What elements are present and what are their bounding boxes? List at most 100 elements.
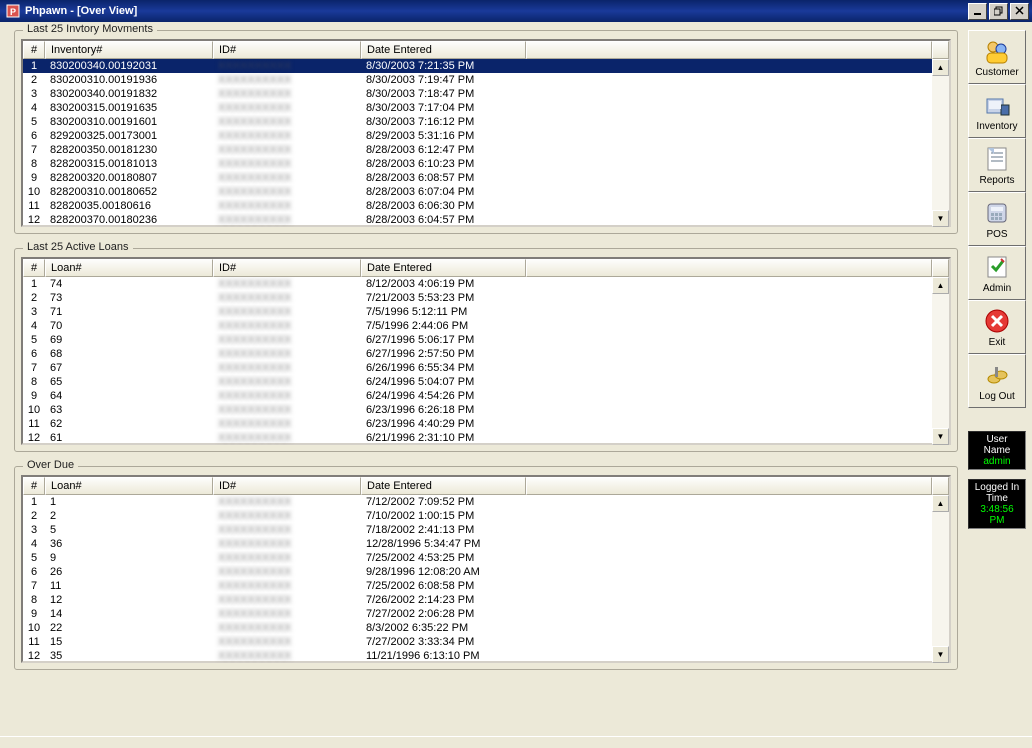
- scroll-up-button[interactable]: ▲: [932, 495, 949, 512]
- table-row[interactable]: 1022XXXXXXXXXX8/3/2002 6:35:22 PM: [23, 621, 932, 635]
- cell-num: 9: [23, 171, 45, 185]
- table-row[interactable]: 470XXXXXXXXXX7/5/1996 2:44:06 PM: [23, 319, 932, 333]
- column-header[interactable]: Date Entered: [361, 477, 526, 495]
- table-row[interactable]: 10828200310.00180652XXXXXXXXXX8/28/2003 …: [23, 185, 932, 199]
- scroll-track[interactable]: [932, 294, 949, 428]
- column-header[interactable]: Inventory#: [45, 41, 213, 59]
- table-row[interactable]: 273XXXXXXXXXX7/21/2003 5:53:23 PM: [23, 291, 932, 305]
- table-row[interactable]: 1182820035.00180616XXXXXXXXXX8/28/2003 6…: [23, 199, 932, 213]
- table-row[interactable]: 9828200320.00180807XXXXXXXXXX8/28/2003 6…: [23, 171, 932, 185]
- sidebar-label: Reports: [979, 175, 1014, 186]
- vertical-scrollbar[interactable]: ▲▼: [932, 59, 949, 227]
- table-row[interactable]: 436XXXXXXXXXX12/28/1996 5:34:47 PM: [23, 537, 932, 551]
- table-row[interactable]: 4830200315.00191635XXXXXXXXXX8/30/2003 7…: [23, 101, 932, 115]
- cell-spacer: [526, 375, 932, 389]
- column-header[interactable]: #: [23, 259, 45, 277]
- minimize-button[interactable]: [968, 3, 987, 20]
- cell-spacer: [526, 509, 932, 523]
- admin-icon: [983, 253, 1011, 281]
- column-header[interactable]: Date Entered: [361, 259, 526, 277]
- cell-num: 9: [23, 389, 45, 403]
- table-row[interactable]: 1235XXXXXXXXXX11/21/1996 6:13:10 PM: [23, 649, 932, 663]
- table-row[interactable]: 626XXXXXXXXXX9/28/1996 12:08:20 AM: [23, 565, 932, 579]
- cell-num: 4: [23, 319, 45, 333]
- table-row[interactable]: 914XXXXXXXXXX7/27/2002 2:06:28 PM: [23, 607, 932, 621]
- sidebar-button-reports[interactable]: Reports: [968, 138, 1026, 192]
- table-row[interactable]: 3830200340.00191832XXXXXXXXXX8/30/2003 7…: [23, 87, 932, 101]
- table-row[interactable]: 2830200310.00191936XXXXXXXXXX8/30/2003 7…: [23, 73, 932, 87]
- table-row[interactable]: 22XXXXXXXXXX7/10/2002 1:00:15 PM: [23, 509, 932, 523]
- column-header[interactable]: Loan#: [45, 259, 213, 277]
- cell-primary: 828200320.00180807: [45, 171, 213, 185]
- table-row[interactable]: 59XXXXXXXXXX7/25/2002 4:53:25 PM: [23, 551, 932, 565]
- scroll-down-button[interactable]: ▼: [932, 646, 949, 663]
- table-row[interactable]: 12828200370.00180236XXXXXXXXXX8/28/2003 …: [23, 213, 932, 227]
- table-row[interactable]: 11XXXXXXXXXX7/12/2002 7:09:52 PM: [23, 495, 932, 509]
- sidebar-button-pos[interactable]: POS: [968, 192, 1026, 246]
- cell-num: 6: [23, 565, 45, 579]
- sidebar-button-customer[interactable]: Customer: [968, 30, 1026, 84]
- table-row[interactable]: 174XXXXXXXXXX8/12/2003 4:06:19 PM: [23, 277, 932, 291]
- table-row[interactable]: 865XXXXXXXXXX6/24/1996 5:04:07 PM: [23, 375, 932, 389]
- scroll-track[interactable]: [932, 76, 949, 210]
- column-header[interactable]: ID#: [213, 259, 361, 277]
- cell-spacer: [526, 649, 932, 663]
- scroll-track[interactable]: [932, 512, 949, 646]
- column-header[interactable]: #: [23, 41, 45, 59]
- cell-spacer: [526, 87, 932, 101]
- table-row[interactable]: 1830200340.00192031XXXXXXXXXX8/30/2003 7…: [23, 59, 932, 73]
- status-time-value: 3:48:56 PM: [972, 504, 1022, 526]
- column-header[interactable]: Loan#: [45, 477, 213, 495]
- table-row[interactable]: 964XXXXXXXXXX6/24/1996 4:54:26 PM: [23, 389, 932, 403]
- table-row[interactable]: 668XXXXXXXXXX6/27/1996 2:57:50 PM: [23, 347, 932, 361]
- cell-date: 7/27/2002 2:06:28 PM: [361, 607, 526, 621]
- column-header[interactable]: Date Entered: [361, 41, 526, 59]
- table-row[interactable]: 8828200315.00181013XXXXXXXXXX8/28/2003 6…: [23, 157, 932, 171]
- sidebar-button-inventory[interactable]: Inventory: [968, 84, 1026, 138]
- table-row[interactable]: 569XXXXXXXXXX6/27/1996 5:06:17 PM: [23, 333, 932, 347]
- table-row[interactable]: 767XXXXXXXXXX6/26/1996 6:55:34 PM: [23, 361, 932, 375]
- vertical-scrollbar[interactable]: ▲▼: [932, 495, 949, 663]
- cell-id: XXXXXXXXXX: [213, 417, 361, 431]
- listview-inventory[interactable]: #Inventory#ID#Date Entered1830200340.001…: [21, 39, 951, 227]
- table-row[interactable]: 1261XXXXXXXXXX6/21/1996 2:31:10 PM: [23, 431, 932, 445]
- cell-id: XXXXXXXXXX: [213, 305, 361, 319]
- cell-date: 6/23/1996 6:26:18 PM: [361, 403, 526, 417]
- column-header[interactable]: ID#: [213, 41, 361, 59]
- table-row[interactable]: 35XXXXXXXXXX7/18/2002 2:41:13 PM: [23, 523, 932, 537]
- cell-primary: 65: [45, 375, 213, 389]
- table-row[interactable]: 1115XXXXXXXXXX7/27/2002 3:33:34 PM: [23, 635, 932, 649]
- table-row[interactable]: 5830200310.00191601XXXXXXXXXX8/30/2003 7…: [23, 115, 932, 129]
- scroll-down-button[interactable]: ▼: [932, 210, 949, 227]
- sidebar-button-exit[interactable]: Exit: [968, 300, 1026, 354]
- table-row[interactable]: 1162XXXXXXXXXX6/23/1996 4:40:29 PM: [23, 417, 932, 431]
- table-row[interactable]: 1063XXXXXXXXXX6/23/1996 6:26:18 PM: [23, 403, 932, 417]
- scroll-up-button[interactable]: ▲: [932, 59, 949, 76]
- table-row[interactable]: 371XXXXXXXXXX7/5/1996 5:12:11 PM: [23, 305, 932, 319]
- table-row[interactable]: 812XXXXXXXXXX7/26/2002 2:14:23 PM: [23, 593, 932, 607]
- sidebar-button-admin[interactable]: Admin: [968, 246, 1026, 300]
- app-icon: P: [6, 4, 20, 18]
- cell-id: XXXXXXXXXX: [213, 87, 361, 101]
- cell-spacer: [526, 73, 932, 87]
- cell-date: 8/30/2003 7:19:47 PM: [361, 73, 526, 87]
- customer-icon: [983, 37, 1011, 65]
- cell-primary: 828200310.00180652: [45, 185, 213, 199]
- vertical-scrollbar[interactable]: ▲▼: [932, 277, 949, 445]
- sidebar: CustomerInventory Reports POSAdminExitLog …: [968, 26, 1032, 736]
- cell-id: XXXXXXXXXX: [213, 129, 361, 143]
- close-button[interactable]: [1010, 3, 1029, 20]
- table-row[interactable]: 711XXXXXXXXXX7/25/2002 6:08:58 PM: [23, 579, 932, 593]
- sidebar-button-log-out[interactable]: Log Out: [968, 354, 1026, 408]
- scroll-up-button[interactable]: ▲: [932, 277, 949, 294]
- restore-button[interactable]: [989, 3, 1008, 20]
- column-header[interactable]: ID#: [213, 477, 361, 495]
- cell-id: XXXXXXXXXX: [213, 361, 361, 375]
- table-row[interactable]: 7828200350.00181230XXXXXXXXXX8/28/2003 6…: [23, 143, 932, 157]
- listview-loans[interactable]: #Loan#ID#Date Entered174XXXXXXXXXX8/12/2…: [21, 257, 951, 445]
- column-header[interactable]: #: [23, 477, 45, 495]
- listview-overdue[interactable]: #Loan#ID#Date Entered11XXXXXXXXXX7/12/20…: [21, 475, 951, 663]
- cell-id: XXXXXXXXXX: [213, 185, 361, 199]
- scroll-down-button[interactable]: ▼: [932, 428, 949, 445]
- table-row[interactable]: 6829200325.00173001XXXXXXXXXX8/29/2003 5…: [23, 129, 932, 143]
